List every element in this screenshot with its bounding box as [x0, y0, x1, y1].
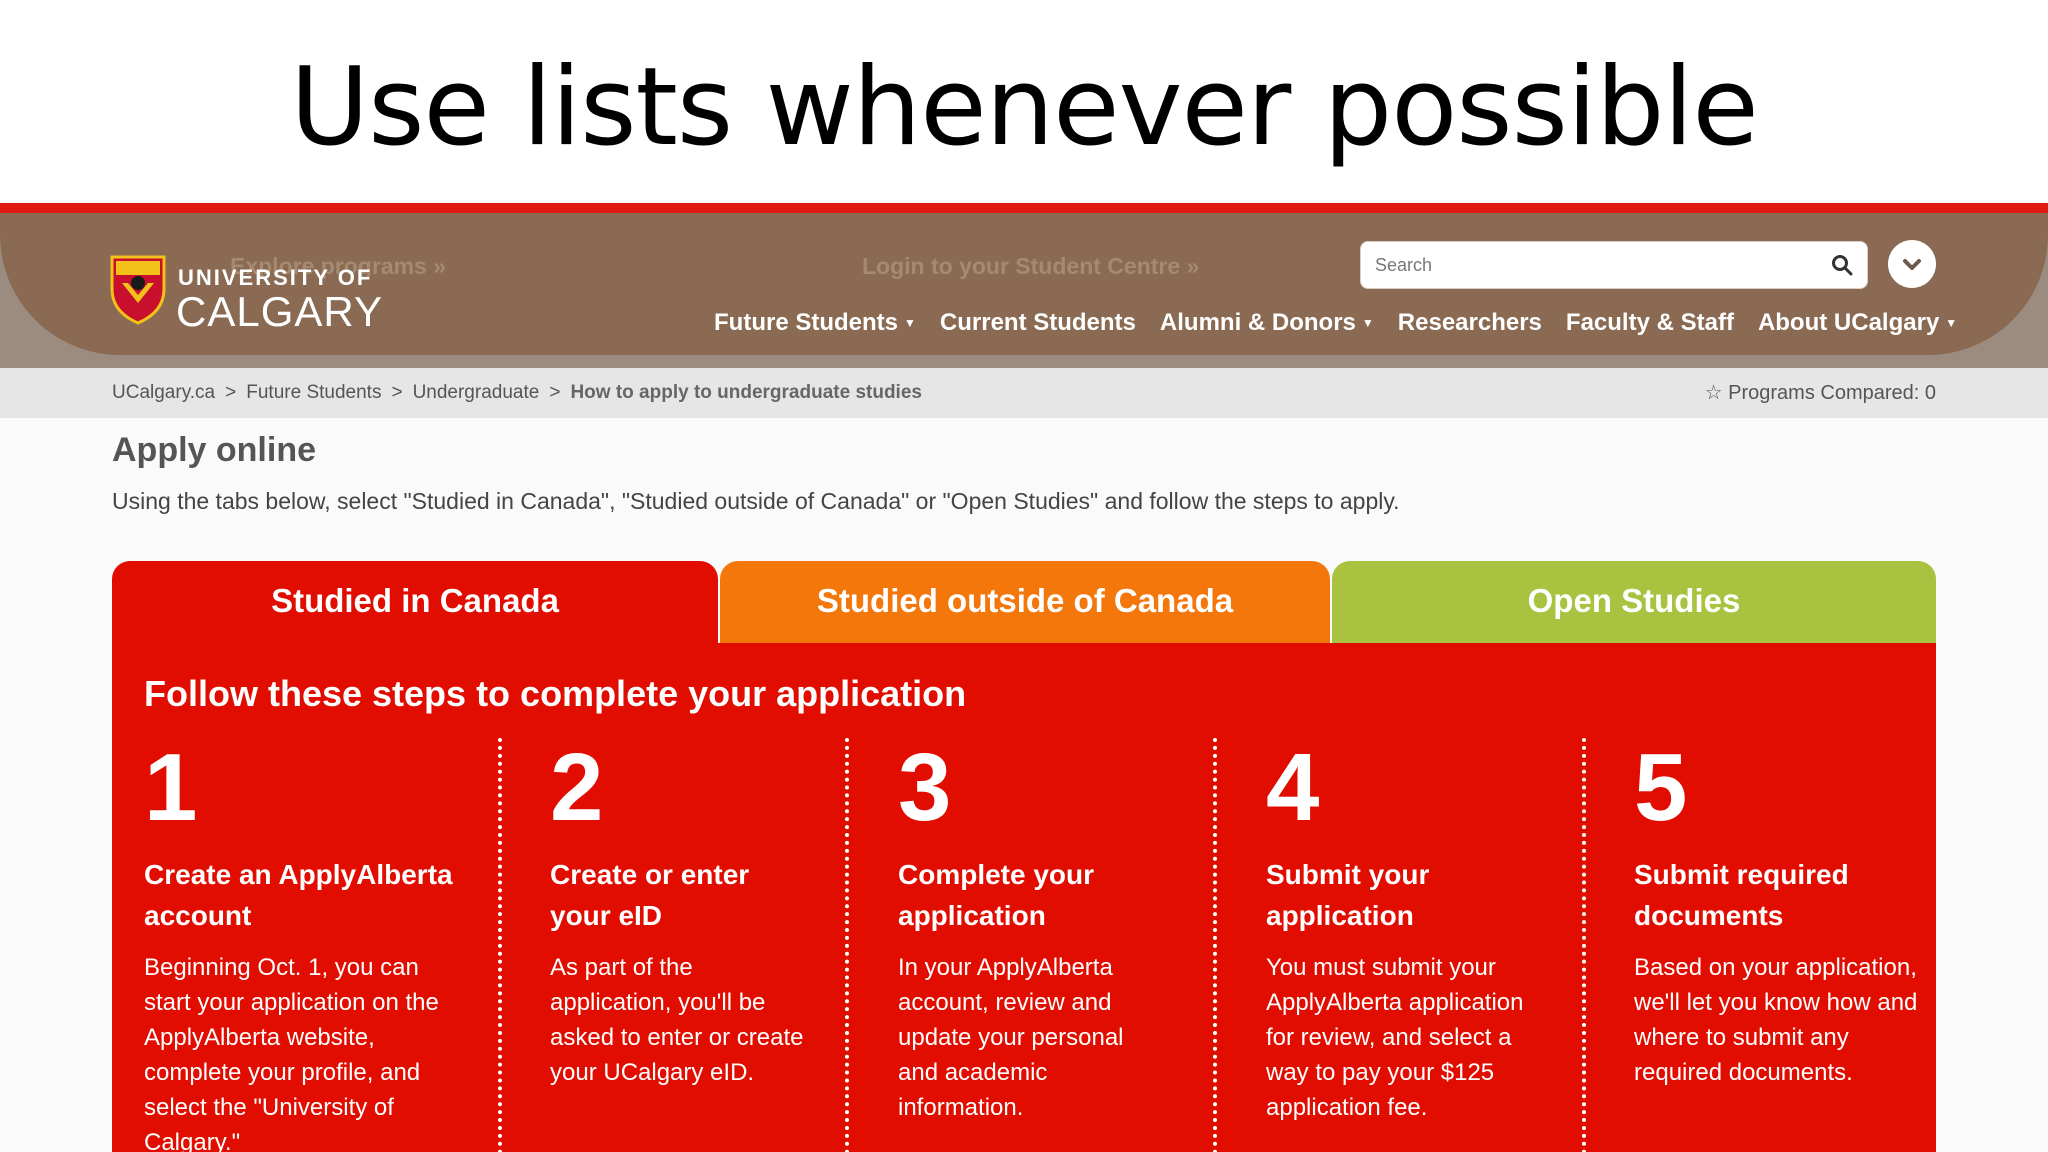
step-5: 5 Submit required documents Based on you…: [1634, 738, 1924, 1152]
nav-faculty-staff[interactable]: Faculty & Staff: [1566, 303, 1758, 343]
panel-title: Follow these steps to complete your appl…: [144, 673, 967, 714]
nav-label: Future Students: [714, 309, 898, 336]
crumb-separator: >: [391, 382, 403, 403]
step-heading: Submit your application: [1266, 859, 1430, 931]
step-body: Based on your application, we'll let you…: [1634, 954, 1918, 1086]
search-input[interactable]: [1375, 242, 1815, 288]
nav-label: About UCalgary: [1757, 309, 1940, 336]
step-divider: [1582, 738, 1586, 1152]
nav-label: Alumni & Donors: [1159, 309, 1356, 336]
step-body: You must submit your ApplyAlberta applic…: [1266, 954, 1524, 1121]
nav-about-ucalgary[interactable]: About UCalgary ▼: [1758, 303, 1981, 343]
crumb-separator: >: [549, 382, 561, 403]
breadcrumb: UCalgary.ca > Future Students > Undergra…: [112, 368, 932, 418]
student-centre-link[interactable]: Login to your Student Centre »: [862, 253, 1199, 280]
logo-line2: CALGARY: [176, 288, 383, 335]
crumb-undergraduate[interactable]: Undergraduate: [413, 368, 540, 418]
apply-tabs: Studied in Canada Studied outside of Can…: [112, 561, 1936, 645]
step-body: As part of the application, you'll be as…: [550, 954, 804, 1086]
search-icon[interactable]: [1831, 254, 1853, 276]
website-screenshot: Explore programs » Login to your Student…: [0, 203, 2048, 1152]
breadcrumb-bar: UCalgary.ca > Future Students > Undergra…: [0, 368, 2048, 418]
step-heading: Complete your application: [898, 859, 1095, 931]
step-divider: [1213, 738, 1217, 1152]
crumb-separator: >: [225, 382, 237, 403]
nav-label: Current Students: [939, 309, 1136, 336]
programs-compared[interactable]: ☆ Programs Compared: 0: [1705, 368, 1936, 418]
page-title: Apply online: [112, 431, 316, 469]
step-heading: Submit required documents: [1634, 859, 1849, 931]
caret-down-icon: ▼: [1361, 316, 1374, 330]
step-divider: [498, 738, 502, 1152]
step-number: 1: [144, 734, 198, 841]
step-divider: [845, 738, 849, 1152]
nav-future-students[interactable]: Future Students ▼: [714, 303, 940, 343]
nav-alumni-donors[interactable]: Alumni & Donors ▼: [1160, 303, 1398, 343]
caret-down-icon: ▼: [904, 316, 916, 330]
step-3: 3 Complete your application In your Appl…: [898, 738, 1158, 1152]
tab-studied-in-canada[interactable]: Studied in Canada: [112, 561, 718, 645]
red-rule: [0, 203, 2048, 213]
steps-panel: Follow these steps to complete your appl…: [112, 643, 1936, 1152]
menu-toggle-button[interactable]: [1888, 240, 1936, 288]
step-body: Beginning Oct. 1, you can start your app…: [144, 954, 439, 1152]
caret-down-icon: ▼: [1945, 316, 1958, 330]
crest-icon: [110, 255, 166, 325]
step-number: 3: [898, 734, 952, 841]
step-heading: Create or enter your eID: [550, 859, 750, 931]
nav-current-students[interactable]: Current Students: [940, 303, 1160, 343]
step-1: 1 Create an ApplyAlberta account Beginni…: [144, 738, 464, 1152]
step-number: 2: [550, 734, 604, 841]
nav-researchers[interactable]: Researchers: [1398, 303, 1566, 343]
step-heading: Create an ApplyAlberta account: [144, 859, 453, 931]
crumb-current: How to apply to undergraduate studies: [570, 382, 922, 403]
step-body: In your ApplyAlberta account, review and…: [898, 954, 1124, 1121]
main-nav: Future Students ▼ Current Students Alumni…: [714, 303, 1981, 343]
search-box[interactable]: [1360, 241, 1868, 289]
crumb-future-students[interactable]: Future Students: [246, 368, 381, 418]
step-4: 4 Submit your application You must submi…: [1266, 738, 1556, 1152]
page-description: Using the tabs below, select "Studied in…: [112, 488, 1400, 514]
site-header: Explore programs » Login to your Student…: [0, 213, 2048, 355]
step-number: 5: [1634, 734, 1688, 841]
ucalgary-logo[interactable]: UNIVERSITY OF CALGARY: [108, 253, 382, 333]
step-number: 4: [1266, 734, 1320, 841]
tab-studied-outside-canada[interactable]: Studied outside of Canada: [720, 561, 1330, 645]
chevron-down-icon: [1903, 259, 1921, 270]
crumb-ucalgary[interactable]: UCalgary.ca: [112, 368, 215, 418]
nav-label: Faculty & Staff: [1565, 309, 1734, 336]
slide-title: Use lists whenever possible: [290, 45, 1759, 170]
tab-open-studies[interactable]: Open Studies: [1332, 561, 1936, 645]
nav-label: Researchers: [1397, 309, 1542, 336]
step-2: 2 Create or enter your eID As part of th…: [550, 738, 810, 1152]
